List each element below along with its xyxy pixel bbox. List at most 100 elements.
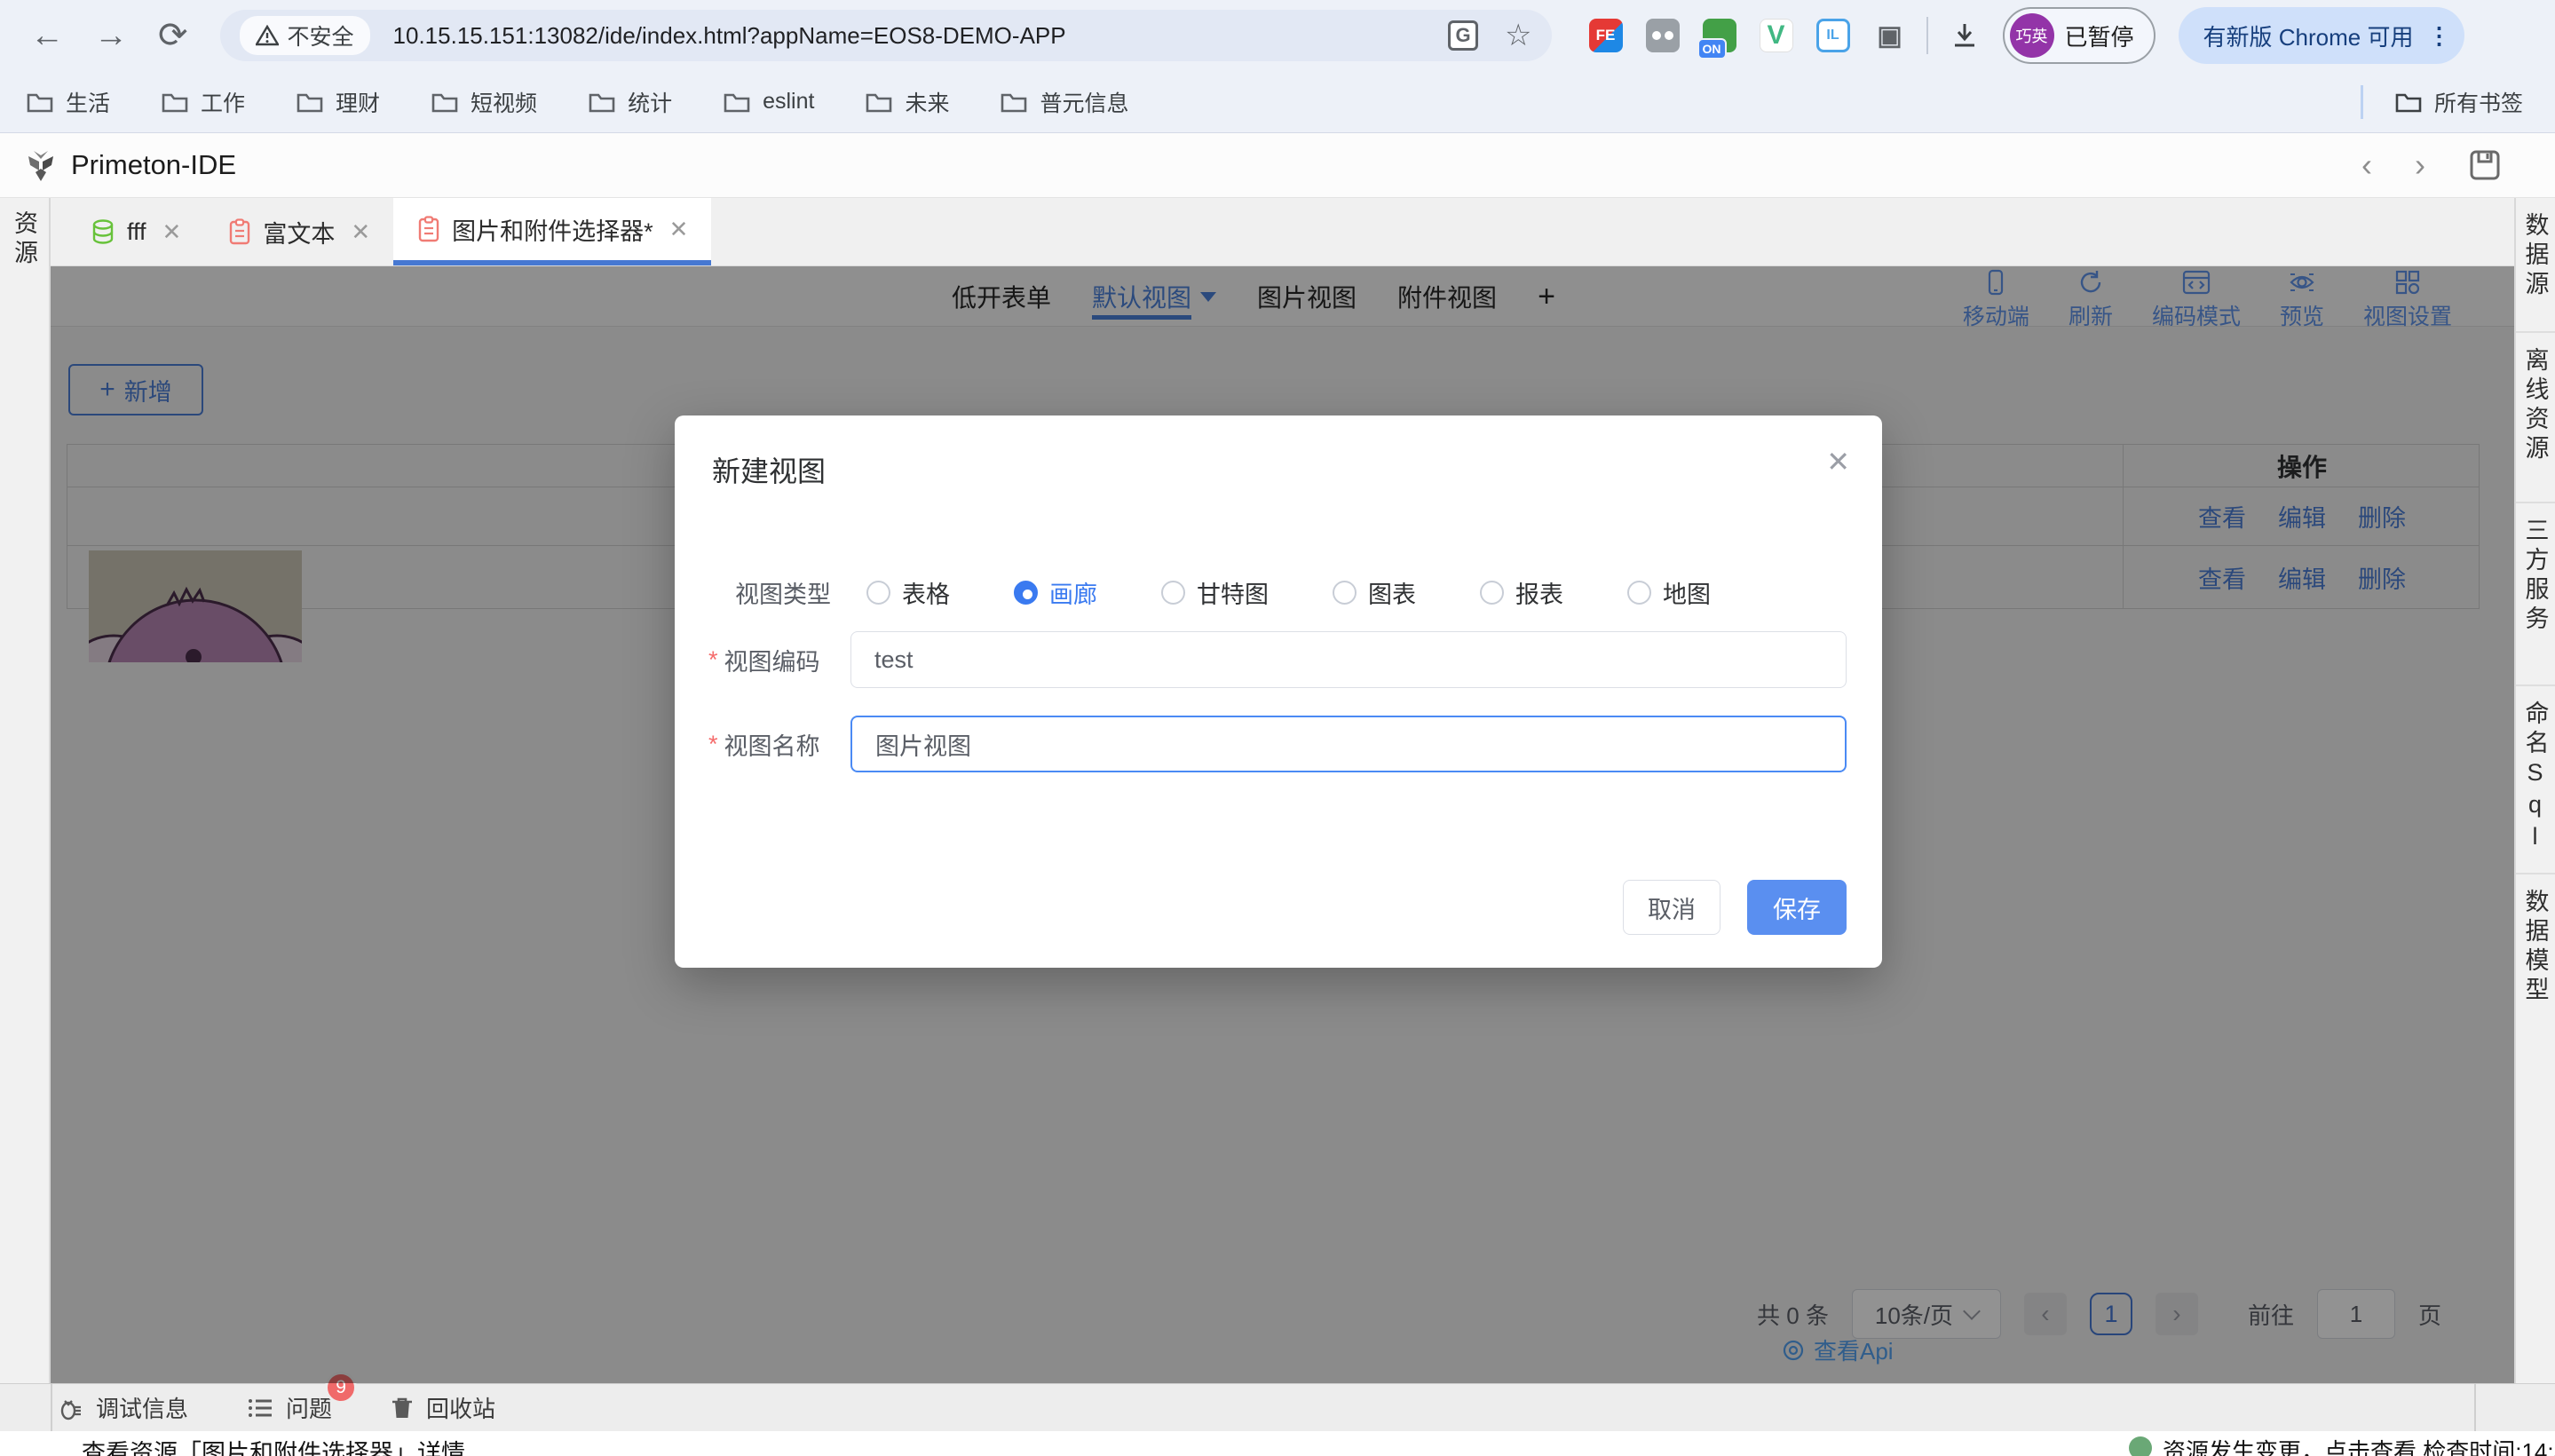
all-bookmarks-button[interactable]: 所有书签 (2395, 86, 2523, 118)
chrome-update-pill[interactable]: 有新版 Chrome 可用 ⋮ (2179, 7, 2465, 64)
left-rail: 资源 (0, 198, 51, 1383)
doc-tab-richtext[interactable]: 富文本 ✕ (204, 198, 393, 265)
new-view-dialog: 新建视图 ✕ 视图类型 表格 画廊 甘特图 图表 报表 地图 *视图编码 *视图… (675, 415, 1882, 968)
trash-icon (391, 1396, 414, 1420)
rail-item-offline-resource[interactable]: 离线资源 (2516, 333, 2555, 503)
resource-detail-link[interactable]: 查看资源「图片和附件选择器」详情 (82, 1434, 465, 1456)
folder-icon (589, 91, 615, 114)
folder-icon (724, 91, 750, 114)
bookmarks-bar: 生活 工作 理财 短视频 统计 eslint 未来 普元信息 所有书签 (0, 71, 2555, 133)
document-icon (416, 216, 441, 242)
rail-item-named-sql[interactable]: 命名Sql (2516, 686, 2555, 874)
database-icon (90, 218, 116, 245)
forward-icon[interactable]: → (94, 19, 128, 52)
radio-gallery[interactable]: 画廊 (1014, 575, 1097, 610)
security-label: 不安全 (288, 20, 354, 51)
chrome-update-label: 有新版 Chrome 可用 (2203, 20, 2414, 52)
extensions-row: FE ON V IL ▣ (1589, 19, 1907, 52)
folder-icon (866, 91, 892, 114)
reload-icon[interactable]: ⟳ (158, 18, 188, 53)
extensions-puzzle-icon[interactable]: ▣ (1873, 19, 1907, 52)
rail-item-data-model[interactable]: 数据模型 (2516, 874, 2555, 1057)
extension-dots-icon[interactable] (1646, 19, 1680, 52)
view-type-label: 视图类型 (735, 575, 831, 610)
back-icon[interactable]: ← (30, 19, 64, 52)
recycle-bin-button[interactable]: 回收站 (391, 1391, 495, 1424)
sync-paused-label: 已暂停 (2065, 20, 2134, 52)
bookmark-item[interactable]: 普元信息 (1001, 86, 1128, 118)
radio-icon (1161, 581, 1185, 605)
radio-icon (866, 581, 890, 605)
bookmarks-divider (2361, 85, 2363, 119)
save-icon[interactable] (2468, 148, 2502, 182)
extension-on-icon[interactable]: ON (1703, 19, 1736, 52)
close-tab-icon[interactable]: ✕ (162, 218, 182, 246)
bookmark-item[interactable]: eslint (724, 89, 814, 115)
menu-kebab-icon[interactable]: ⋮ (2427, 22, 2450, 50)
radio-table[interactable]: 表格 (866, 575, 950, 610)
close-icon[interactable]: ✕ (1826, 447, 1850, 476)
resource-change-notice[interactable]: 资源发生变更，点击查看 检查时间:14:32 (2163, 1434, 2555, 1456)
bookmark-item[interactable]: 工作 (162, 86, 245, 118)
dialog-title: 新建视图 (712, 449, 826, 490)
document-tabbar: fff ✕ 富文本 ✕ 图片和附件选择器* ✕ (51, 198, 2514, 266)
extension-il-icon[interactable]: IL (1816, 19, 1850, 52)
radio-gantt[interactable]: 甘特图 (1161, 575, 1269, 610)
radio-report[interactable]: 报表 (1480, 575, 1563, 610)
profile-pill[interactable]: 巧英 已暂停 (2003, 7, 2156, 64)
view-code-label: 视图编码 (724, 643, 820, 677)
folder-icon (2395, 91, 2422, 114)
close-tab-icon[interactable]: ✕ (351, 218, 370, 246)
view-type-radio-group: 视图类型 表格 画廊 甘特图 图表 报表 地图 (735, 575, 1775, 610)
url-text[interactable]: 10.15.15.151:13082/ide/index.html?appNam… (393, 22, 1066, 50)
rail-item-third-party-service[interactable]: 三方服务 (2516, 503, 2555, 686)
right-rail: 数据源 离线资源 三方服务 命名Sql 数据模型 (2514, 198, 2555, 1383)
warning-icon (256, 25, 279, 46)
bookmark-star-icon[interactable]: ☆ (1505, 20, 1531, 51)
radio-chart[interactable]: 图表 (1333, 575, 1416, 610)
view-code-input[interactable] (850, 631, 1847, 688)
folder-icon (297, 91, 323, 114)
address-bar[interactable]: 不安全 10.15.15.151:13082/ide/index.html?ap… (220, 10, 1552, 61)
left-rail-resources[interactable]: 资源 (7, 210, 42, 1383)
bookmark-item[interactable]: 统计 (589, 86, 672, 118)
cancel-button[interactable]: 取消 (1623, 880, 1720, 935)
nav-back-icon[interactable]: ‹ (2361, 146, 2372, 184)
debug-info-button[interactable]: 调试信息 (57, 1391, 188, 1424)
radio-icon (1627, 581, 1651, 605)
close-tab-icon[interactable]: ✕ (669, 216, 689, 243)
toolbar-right-divider (2474, 1383, 2476, 1431)
problems-button[interactable]: 问题 9 (247, 1391, 332, 1424)
view-name-label: 视图名称 (724, 727, 820, 762)
status-green-dot (2129, 1436, 2152, 1456)
view-code-field: *视图编码 (675, 631, 1847, 688)
doc-tab-image-attachment-picker[interactable]: 图片和附件选择器* ✕ (393, 198, 711, 265)
view-name-input[interactable] (850, 716, 1847, 772)
downloads-icon[interactable] (1948, 19, 1982, 52)
radio-icon (1014, 581, 1038, 605)
bookmark-item[interactable]: 未来 (866, 86, 949, 118)
view-name-field: *视图名称 (675, 716, 1847, 772)
primeton-logo-icon (23, 147, 59, 183)
security-chip[interactable]: 不安全 (240, 16, 370, 55)
list-icon (247, 1397, 273, 1420)
save-button[interactable]: 保存 (1747, 880, 1847, 935)
folder-icon (431, 91, 458, 114)
required-asterisk: * (708, 646, 718, 674)
doc-tab-fff[interactable]: fff ✕ (67, 198, 204, 265)
rail-item-datasource[interactable]: 数据源 (2516, 198, 2555, 333)
status-line: 查看资源「图片和附件选择器」详情 资源发生变更，点击查看 检查时间:14:32 (0, 1431, 2555, 1456)
extension-vue-icon[interactable]: V (1760, 19, 1793, 52)
radio-map[interactable]: 地图 (1627, 575, 1711, 610)
bookmark-item[interactable]: 短视频 (431, 86, 537, 118)
bookmark-item[interactable]: 生活 (27, 86, 110, 118)
avatar: 巧英 (2010, 13, 2054, 58)
nav-forward-icon[interactable]: › (2415, 146, 2425, 184)
debug-bug-icon (57, 1395, 83, 1421)
translate-icon[interactable]: G (1448, 20, 1478, 51)
ide-titlebar: Primeton-IDE ‹ › (0, 133, 2555, 198)
folder-icon (1001, 91, 1027, 114)
bookmark-item[interactable]: 理财 (297, 86, 380, 118)
extension-fe-icon[interactable]: FE (1589, 19, 1623, 52)
radio-icon (1480, 581, 1504, 605)
